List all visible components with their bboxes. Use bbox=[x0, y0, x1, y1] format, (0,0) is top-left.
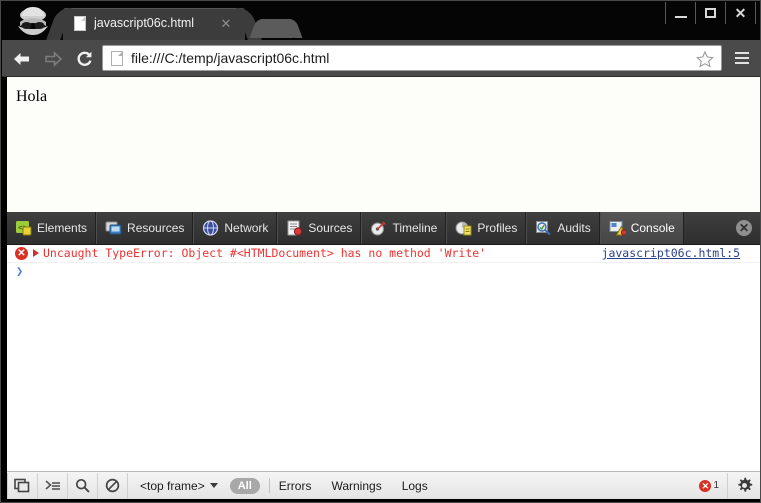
chevron-down-icon bbox=[209, 483, 218, 488]
prompt-chevron-icon: ❯ bbox=[16, 264, 24, 278]
error-icon: ✕ bbox=[15, 247, 28, 260]
clear-console-button[interactable] bbox=[98, 472, 128, 499]
tab-favicon-icon bbox=[74, 16, 86, 31]
search-icon bbox=[75, 478, 90, 493]
clear-console-icon bbox=[105, 478, 120, 493]
browser-window: javascript06c.html ✕ ✕ file:///C:/temp/j… bbox=[0, 0, 761, 503]
filter-warnings[interactable]: Warnings bbox=[331, 479, 381, 493]
devtools-tab-label: Elements bbox=[37, 221, 88, 235]
address-bar[interactable]: file:///C:/temp/javascript06c.html bbox=[102, 45, 722, 71]
filter-errors[interactable]: Errors bbox=[279, 479, 312, 493]
error-badge-icon: ✕ bbox=[699, 479, 712, 492]
devtools-tab-label: Audits bbox=[557, 221, 591, 235]
error-count-value: 1 bbox=[713, 480, 719, 491]
console-output: ✕ Uncaught TypeError: Object #<HTMLDocum… bbox=[7, 245, 760, 472]
tab-close-icon[interactable]: ✕ bbox=[219, 17, 233, 31]
devtools-tab-console[interactable]: ! Console bbox=[599, 212, 684, 244]
window-controls: ✕ bbox=[665, 2, 756, 26]
search-button[interactable] bbox=[68, 472, 98, 499]
close-window-button[interactable]: ✕ bbox=[725, 2, 756, 24]
devtools-tab-label: Sources bbox=[308, 221, 353, 235]
back-button[interactable] bbox=[8, 46, 34, 71]
frame-selector-label: <top frame> bbox=[140, 478, 205, 493]
maximize-button[interactable] bbox=[695, 2, 725, 24]
filter-all[interactable]: All bbox=[229, 477, 260, 494]
devtools-tab-timeline[interactable]: Timeline bbox=[361, 212, 447, 244]
bookmark-star-icon[interactable] bbox=[695, 50, 715, 68]
browser-tab[interactable]: javascript06c.html ✕ bbox=[63, 8, 245, 40]
hamburger-menu-icon bbox=[735, 52, 749, 54]
new-tab-button[interactable] bbox=[259, 19, 293, 38]
console-icon: ! bbox=[609, 220, 627, 236]
devtools-tab-profiles[interactable]: Profiles bbox=[446, 212, 527, 244]
error-count-badge[interactable]: ✕ 1 bbox=[699, 479, 727, 492]
frame-selector[interactable]: <top frame> bbox=[128, 479, 228, 493]
filter-logs[interactable]: Logs bbox=[402, 479, 428, 493]
tab-strip: javascript06c.html ✕ ✕ bbox=[1, 1, 760, 40]
tab-title: javascript06c.html bbox=[94, 16, 195, 30]
status-bar-right: ✕ 1 bbox=[699, 472, 760, 499]
console-message-source-link[interactable]: javascript06c.html:5 bbox=[602, 246, 740, 261]
audits-icon bbox=[535, 220, 552, 236]
hamburger-menu-icon bbox=[735, 57, 749, 59]
devtools-tab-sources[interactable]: Sources bbox=[277, 212, 362, 244]
gear-icon bbox=[738, 477, 753, 492]
chrome-menu-button[interactable] bbox=[729, 45, 755, 71]
devtools-panel: <> Elements Resources bbox=[2, 212, 760, 502]
url-text[interactable]: file:///C:/temp/javascript06c.html bbox=[131, 50, 687, 67]
settings-button[interactable] bbox=[727, 472, 760, 499]
show-drawer-icon bbox=[44, 479, 60, 490]
elements-icon: <> bbox=[15, 220, 32, 236]
console-prompt-row[interactable]: ❯ bbox=[7, 263, 760, 281]
forward-button[interactable] bbox=[40, 46, 66, 71]
browser-toolbar: file:///C:/temp/javascript06c.html bbox=[2, 40, 760, 77]
devtools-tab-network[interactable]: Network bbox=[193, 212, 278, 244]
devtools-tab-label: Console bbox=[630, 221, 675, 235]
devtools-tab-label: Timeline bbox=[392, 221, 438, 235]
resources-icon bbox=[105, 220, 122, 236]
minimize-button[interactable] bbox=[665, 2, 695, 24]
profiles-icon bbox=[455, 220, 472, 236]
show-drawer-button[interactable] bbox=[38, 472, 68, 499]
page-favicon-icon bbox=[111, 51, 123, 66]
devtools-status-bar: <top frame> All Errors Warnings Logs ✕ 1 bbox=[7, 471, 760, 499]
hamburger-menu-icon bbox=[735, 62, 749, 64]
page-body-text: Hola bbox=[16, 88, 48, 105]
forward-arrow-icon bbox=[44, 50, 62, 67]
expand-triangle-icon[interactable] bbox=[33, 249, 39, 257]
reload-icon bbox=[77, 51, 92, 66]
devtools-close-button[interactable]: ✕ bbox=[736, 220, 752, 236]
network-icon bbox=[202, 220, 219, 236]
timeline-icon bbox=[370, 220, 387, 236]
devtools-tab-audits[interactable]: Audits bbox=[526, 212, 600, 244]
minimize-icon bbox=[674, 15, 687, 18]
console-message-error[interactable]: ✕ Uncaught TypeError: Object #<HTMLDocum… bbox=[7, 245, 760, 263]
status-divider bbox=[268, 478, 270, 493]
devtools-tab-label: Profiles bbox=[477, 221, 518, 235]
sources-icon bbox=[286, 220, 303, 236]
reload-button[interactable] bbox=[71, 46, 97, 71]
devtools-tab-bar: <> Elements Resources bbox=[7, 212, 760, 245]
devtools-tab-label: Resources bbox=[127, 221, 185, 235]
back-arrow-icon bbox=[13, 52, 29, 65]
maximize-icon bbox=[705, 8, 716, 18]
console-message-text: Uncaught TypeError: Object #<HTMLDocumen… bbox=[43, 246, 487, 260]
dock-position-icon bbox=[14, 478, 30, 493]
devtools-tab-elements[interactable]: <> Elements bbox=[7, 212, 97, 244]
devtools-tab-label: Network bbox=[224, 221, 269, 235]
dock-position-button[interactable] bbox=[7, 472, 38, 499]
devtools-tab-resources[interactable]: Resources bbox=[96, 212, 194, 244]
page-viewport: Hola bbox=[2, 77, 760, 212]
